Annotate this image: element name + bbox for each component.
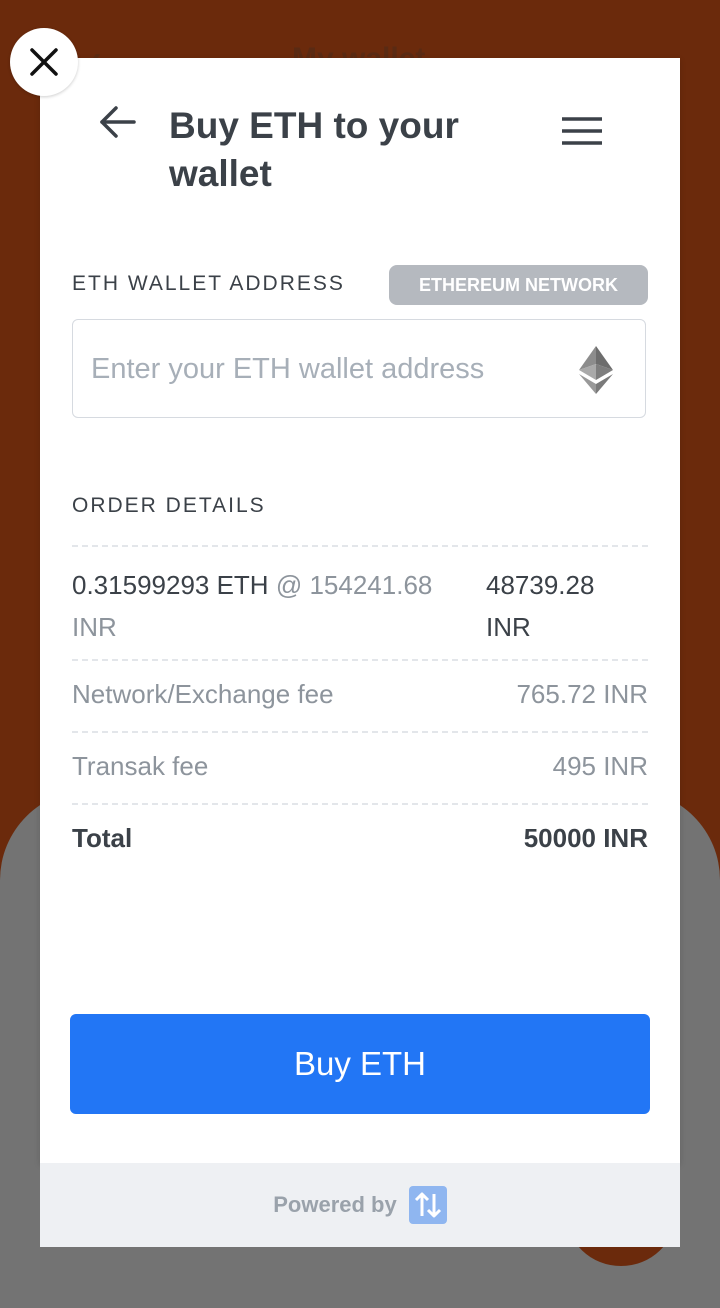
hamburger-menu-icon[interactable]	[561, 116, 603, 146]
order-amount-value: 48739.28 INR	[486, 564, 594, 648]
divider	[72, 659, 648, 661]
close-icon	[30, 48, 58, 76]
rate-prefix: @	[275, 570, 303, 600]
network-fee-value: 765.72 INR	[516, 679, 648, 709]
divider	[72, 545, 648, 547]
wallet-address-label: ETH WALLET ADDRESS	[72, 272, 345, 295]
amount-value: 48739.28	[486, 570, 595, 600]
close-button[interactable]	[10, 28, 78, 96]
wallet-address-input[interactable]	[89, 320, 563, 419]
screen: ‹ My wallet Buy ETH to your wallet ETH W…	[0, 0, 720, 1308]
total-value: 50000 INR	[523, 823, 648, 853]
buy-eth-button[interactable]: Buy ETH	[70, 1014, 650, 1114]
total-label: Total	[72, 823, 133, 853]
network-badge: ETHEREUM NETWORK	[389, 265, 648, 305]
amount-currency: INR	[486, 612, 531, 642]
divider	[72, 731, 648, 733]
order-amount: 0.31599293 ETH @ 154241.68 INR	[72, 564, 472, 648]
network-fee-label: Network/Exchange fee	[72, 679, 334, 709]
divider	[72, 803, 648, 805]
powered-by-footer: Powered by	[40, 1163, 680, 1247]
buy-modal: Buy ETH to your wallet ETH WALLET ADDRES…	[40, 58, 680, 1163]
eth-rate: 154241.68	[309, 570, 433, 600]
transak-logo-icon	[408, 1186, 447, 1224]
transak-fee-value: 495 INR	[552, 751, 648, 781]
order-details-label: ORDER DETAILS	[72, 494, 266, 517]
arrow-left-icon[interactable]	[98, 102, 138, 142]
wallet-address-field	[72, 319, 646, 419]
eth-rate-currency: INR	[72, 612, 117, 642]
powered-by-text: Powered by	[273, 1192, 397, 1217]
ethereum-icon	[579, 346, 613, 394]
page-title: Buy ETH to your wallet	[169, 105, 459, 194]
transak-fee-label: Transak fee	[72, 751, 209, 781]
eth-amount: 0.31599293 ETH	[72, 570, 269, 600]
